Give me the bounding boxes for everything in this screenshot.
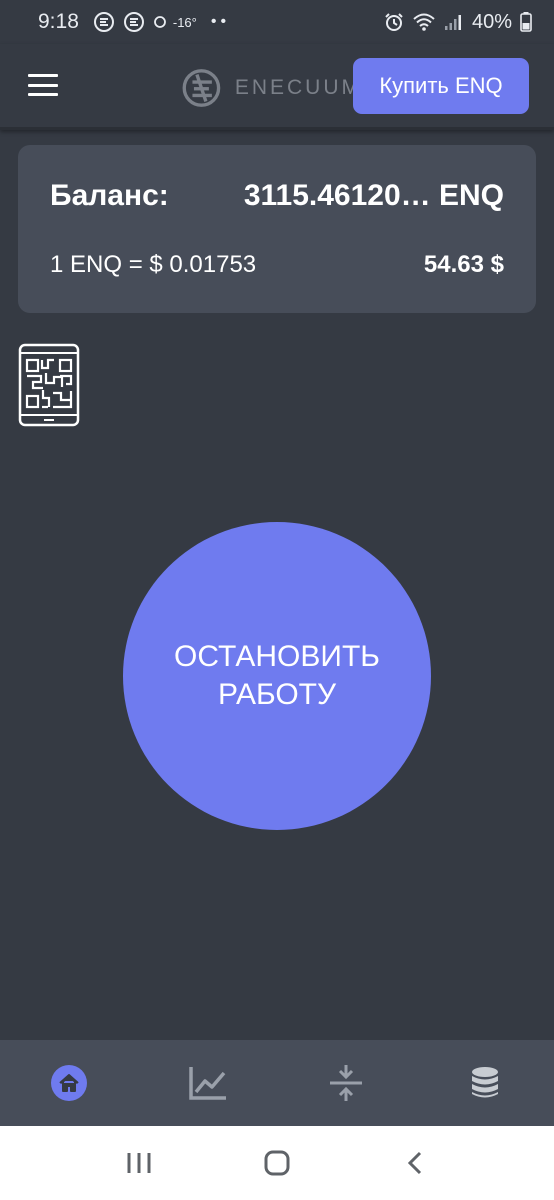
menu-icon xyxy=(28,74,58,77)
recent-apps-button[interactable] xyxy=(119,1143,159,1183)
battery-level: 40% xyxy=(471,10,512,33)
menu-icon xyxy=(28,83,58,87)
alarm-icon xyxy=(385,13,403,31)
chart-icon xyxy=(189,1067,226,1100)
buy-enq-button[interactable]: Купить ENQ xyxy=(353,58,529,114)
usd-value: 54.63 $ xyxy=(423,251,504,278)
back-button[interactable] xyxy=(395,1143,435,1183)
balance-amount: 3115.46120… ENQ xyxy=(243,179,504,212)
system-nav-bar xyxy=(0,1126,554,1200)
balance-card: Баланс: 3115.46120… ENQ 1 ENQ = $ 0.0175… xyxy=(18,145,536,313)
battery-icon xyxy=(520,12,532,32)
stop-work-label: ОСТАНОВИТЬ РАБОТУ xyxy=(174,640,380,711)
enecuum-logo-icon xyxy=(182,69,221,107)
app-notification-icon xyxy=(93,12,114,32)
bottom-nav xyxy=(0,1040,554,1126)
home-square-icon xyxy=(264,1150,290,1176)
nav-chart[interactable] xyxy=(178,1053,238,1113)
status-left: 9:18 -16° •• xyxy=(38,10,230,34)
status-right: 40% xyxy=(384,11,532,34)
logo: ENECUUM xyxy=(182,62,362,114)
nav-compress[interactable] xyxy=(316,1053,376,1113)
database-icon xyxy=(471,1067,498,1098)
wifi-icon xyxy=(413,13,435,31)
home-system-button[interactable] xyxy=(257,1143,297,1183)
more-notifications-icon: •• xyxy=(210,13,231,30)
status-bar: 9:18 -16° •• 40% xyxy=(0,0,554,44)
tablet-qr-icon xyxy=(18,343,80,427)
nav-database[interactable] xyxy=(455,1053,515,1113)
nav-home[interactable] xyxy=(39,1053,99,1113)
temperature: -16° xyxy=(172,14,197,30)
menu-button[interactable] xyxy=(28,74,58,96)
home-icon xyxy=(51,1065,88,1101)
exchange-rate: 1 ENQ = $ 0.01753 xyxy=(50,251,257,278)
status-time: 9:18 xyxy=(38,10,79,33)
back-icon xyxy=(407,1151,422,1175)
menu-icon xyxy=(28,93,58,96)
qr-code-button[interactable] xyxy=(18,343,80,427)
recent-apps-icon xyxy=(127,1153,151,1173)
app-notification-icon xyxy=(123,12,144,32)
balance-label: Баланс: xyxy=(50,179,169,212)
rate-row: 1 ENQ = $ 0.01753 54.63 $ xyxy=(50,251,504,279)
compress-icon xyxy=(330,1065,363,1101)
stop-work-button[interactable]: ОСТАНОВИТЬ РАБОТУ xyxy=(123,522,431,830)
signal-icon xyxy=(444,15,461,30)
weather-icon xyxy=(153,16,166,28)
logo-text: ENECUUM xyxy=(234,76,362,99)
app-header: ENECUUM Купить ENQ xyxy=(0,44,554,130)
balance-row: Баланс: 3115.46120… ENQ xyxy=(50,179,504,213)
